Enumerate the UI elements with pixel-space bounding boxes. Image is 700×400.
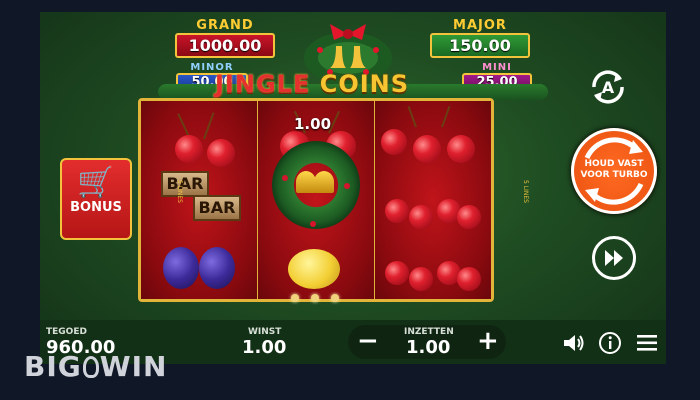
bar-symbol: BAR	[193, 195, 241, 221]
watermark: BIG WIN	[24, 350, 168, 383]
decrease-bet-button[interactable]: −	[357, 328, 379, 354]
increase-bet-button[interactable]: +	[477, 328, 499, 354]
cherry-icon	[409, 267, 433, 291]
bonus-label: BONUS	[70, 200, 122, 215]
berry	[282, 175, 288, 181]
balance-label: TEGOED	[46, 327, 87, 337]
title-word-2: COINS	[319, 70, 410, 98]
cherry-icon	[409, 205, 433, 229]
reel-3	[375, 101, 491, 299]
jackpot-major-label: MAJOR	[453, 18, 507, 33]
jackpot-mini-label: MINI	[482, 62, 512, 73]
fast-forward-icon	[605, 250, 623, 266]
spin-button[interactable]: HOUD VAST VOOR TURBO	[571, 128, 657, 214]
bell-icon	[314, 171, 334, 193]
berry	[310, 221, 316, 227]
lemon-icon	[288, 249, 340, 289]
bet-value: 1.00	[406, 337, 451, 358]
cherry-stem	[407, 105, 417, 128]
game-frame: GRAND 1000.00 MAJOR 150.00 MINOR 50.00 M…	[0, 0, 700, 400]
spin-label-line1: HOUD VAST	[584, 159, 644, 169]
turbo-button[interactable]	[592, 236, 636, 280]
win-label: WINST	[248, 327, 282, 337]
spin-label-line2: VOOR TURBO	[580, 170, 648, 180]
bell-icon	[296, 171, 316, 193]
watermark-left: BIG	[24, 350, 82, 383]
info-icon[interactable]	[598, 331, 622, 355]
reel-1: BAR BAR	[141, 101, 257, 299]
autoplay-glyph: A	[602, 78, 615, 97]
plum-icon	[199, 247, 235, 289]
cherry-stem	[441, 105, 451, 128]
jackpot-grand: GRAND 1000.00	[175, 19, 275, 58]
cherry-icon	[413, 135, 441, 163]
jackpot-grand-label: GRAND	[196, 18, 254, 33]
jackpot-major: MAJOR 150.00	[430, 19, 530, 58]
cherry-stem	[203, 112, 215, 140]
title-word-1: JINGLE	[215, 70, 311, 98]
watermark-right: WIN	[99, 350, 168, 383]
cherry-icon	[381, 129, 407, 155]
payline-dot	[311, 294, 319, 302]
plum-icon	[163, 247, 199, 289]
cherry-icon	[457, 205, 481, 229]
menu-icon[interactable]	[636, 333, 658, 353]
coin-value-label: 1.00	[294, 115, 332, 133]
berry	[344, 183, 350, 189]
cart-icon: 🛒	[77, 165, 115, 200]
spin-label: HOUD VAST VOOR TURBO	[571, 159, 657, 181]
cherry-icon	[447, 135, 475, 163]
game-title: JINGLE COINS	[215, 70, 409, 98]
bet-label: INZETTEN	[404, 327, 454, 337]
jackpot-grand-value: 1000.00	[175, 33, 275, 58]
jackpot-major-value: 150.00	[430, 33, 530, 58]
bar-symbol: BAR	[161, 171, 209, 197]
reel-area[interactable]: BAR BAR 1.00	[138, 98, 494, 302]
cherry-icon	[385, 199, 409, 223]
cherry-icon	[385, 261, 409, 285]
autoplay-icon[interactable]: A	[586, 65, 630, 109]
reel-2: 1.00	[258, 101, 374, 299]
cherry-icon	[207, 139, 235, 167]
trophy-icon	[82, 356, 99, 378]
lines-indicator-right: 5 LINES	[522, 180, 529, 203]
payline-dot	[291, 294, 299, 302]
bonus-button[interactable]: 🛒 BONUS	[60, 158, 132, 240]
win-value: 1.00	[242, 337, 287, 358]
payline-dot	[331, 294, 339, 302]
lines-indicator-left: 5 LINES	[176, 180, 183, 203]
cherry-icon	[457, 267, 481, 291]
cherry-icon	[175, 135, 203, 163]
sound-icon[interactable]	[562, 332, 586, 354]
